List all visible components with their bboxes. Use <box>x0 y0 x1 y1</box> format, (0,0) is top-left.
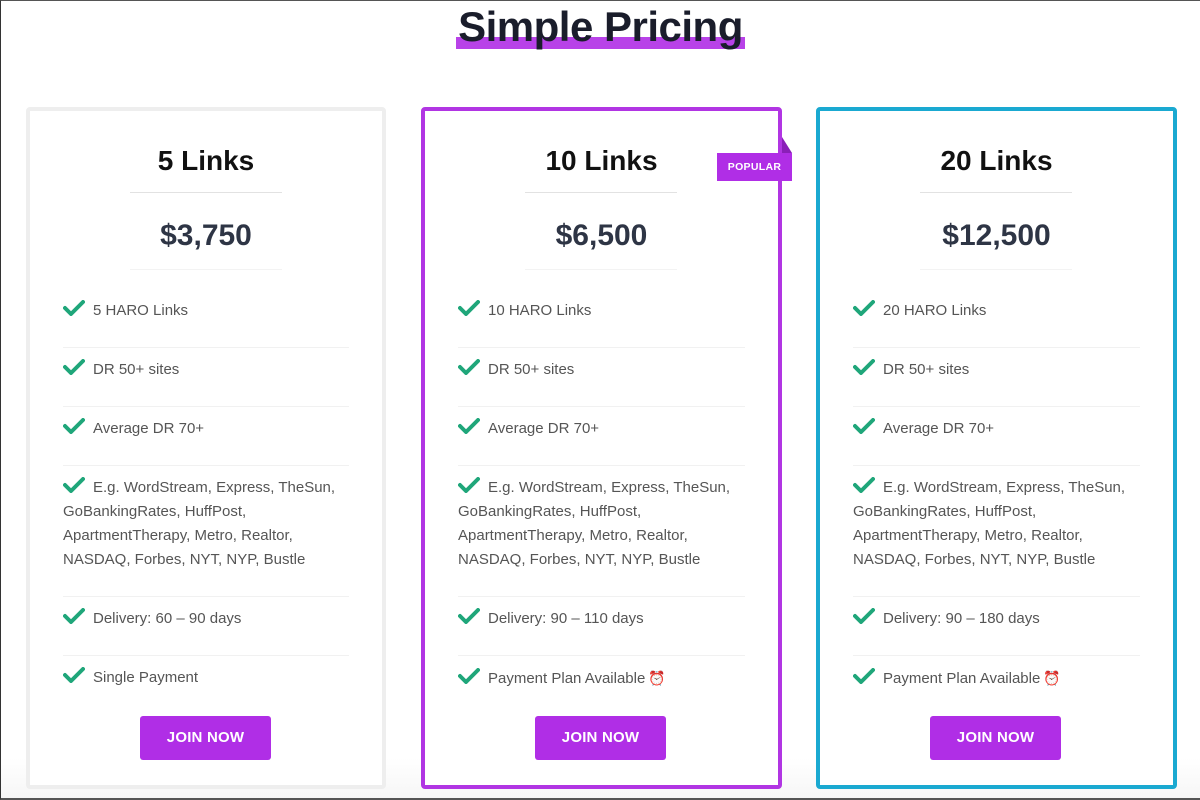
page-header: Simple Pricing <box>1 1 1200 53</box>
feature-item: Average DR 70+ <box>853 407 1140 466</box>
check-icon <box>63 477 85 493</box>
feature-item: E.g. WordStream, Express, TheSun, GoBank… <box>63 466 349 597</box>
feature-item: Payment Plan Available ⏰ <box>853 656 1140 715</box>
feature-item: Payment Plan Available ⏰ <box>458 656 745 715</box>
check-icon <box>458 300 480 316</box>
check-icon <box>853 608 875 624</box>
divider <box>920 269 1072 270</box>
check-icon <box>63 300 85 316</box>
feature-item: DR 50+ sites <box>458 348 745 407</box>
check-icon <box>63 608 85 624</box>
plan-price: $6,500 <box>555 219 648 252</box>
plan-name: 5 Links <box>157 145 255 176</box>
feature-item: E.g. WordStream, Express, TheSun, GoBank… <box>458 466 745 597</box>
check-icon <box>63 667 85 683</box>
check-icon <box>853 477 875 493</box>
check-icon <box>458 359 480 375</box>
join-now-button[interactable]: JOIN NOW <box>930 716 1061 760</box>
feature-list: 10 HARO Links DR 50+ sites Average DR 70… <box>458 289 745 715</box>
divider <box>525 269 677 270</box>
check-icon <box>853 359 875 375</box>
feature-item: Delivery: 90 – 110 days <box>458 597 745 656</box>
feature-item: Delivery: 60 – 90 days <box>63 597 349 656</box>
plan-name: 20 Links <box>940 145 1053 176</box>
plan-name: 10 Links <box>545 145 658 176</box>
pricing-card-10-links: POPULAR 10 Links $6,500 10 HARO Links DR… <box>421 107 792 789</box>
feature-item: Single Payment <box>63 656 349 715</box>
pricing-card-20-links: 20 Links $12,500 20 HARO Links DR 50+ si… <box>816 107 1177 789</box>
feature-item: DR 50+ sites <box>853 348 1140 407</box>
divider <box>130 192 282 193</box>
check-icon <box>458 418 480 434</box>
feature-item: Average DR 70+ <box>63 407 349 466</box>
feature-list: 20 HARO Links DR 50+ sites Average DR 70… <box>853 289 1140 715</box>
check-icon <box>63 359 85 375</box>
feature-item: 10 HARO Links <box>458 289 745 348</box>
feature-item: 20 HARO Links <box>853 289 1140 348</box>
check-icon <box>458 477 480 493</box>
alarm-clock-icon: ⏰ <box>1043 670 1061 686</box>
feature-item: DR 50+ sites <box>63 348 349 407</box>
divider <box>920 192 1072 193</box>
feature-item: Average DR 70+ <box>458 407 745 466</box>
check-icon <box>853 418 875 434</box>
alarm-clock-icon: ⏰ <box>648 670 666 686</box>
check-icon <box>458 668 480 684</box>
pricing-card-5-links: 5 Links $3,750 5 HARO Links DR 50+ sites… <box>26 107 386 789</box>
divider <box>130 269 282 270</box>
check-icon <box>458 608 480 624</box>
join-now-button[interactable]: JOIN NOW <box>535 716 666 760</box>
check-icon <box>63 418 85 434</box>
check-icon <box>853 668 875 684</box>
check-icon <box>853 300 875 316</box>
plan-price: $3,750 <box>160 219 252 252</box>
page-title: Simple Pricing <box>456 3 745 50</box>
feature-item: Delivery: 90 – 180 days <box>853 597 1140 656</box>
badge-fold <box>782 137 792 153</box>
divider <box>525 192 677 193</box>
feature-list: 5 HARO Links DR 50+ sites Average DR 70+… <box>63 289 349 715</box>
plan-price: $12,500 <box>942 219 1051 252</box>
join-now-button[interactable]: JOIN NOW <box>140 716 271 760</box>
feature-item: E.g. WordStream, Express, TheSun, GoBank… <box>853 466 1140 597</box>
feature-item: 5 HARO Links <box>63 289 349 348</box>
